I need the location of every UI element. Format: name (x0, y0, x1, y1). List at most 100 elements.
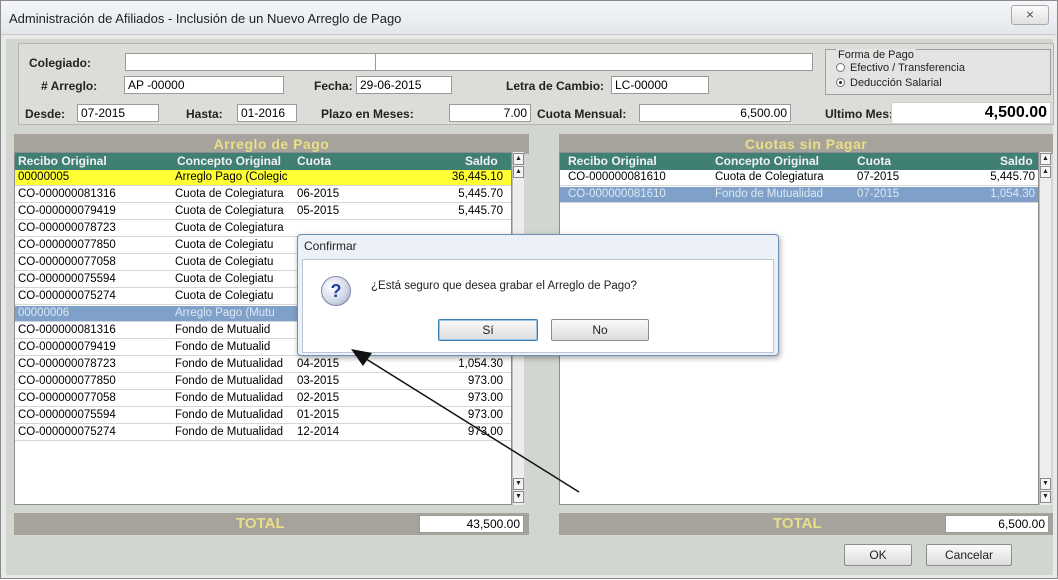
scroll-down-icon[interactable]: ▼ (1040, 491, 1051, 503)
col-saldo[interactable]: Saldo (465, 154, 498, 168)
scroll-up-icon[interactable]: ▲ (513, 166, 524, 178)
table-row[interactable]: CO-000000075274 Fondo de Mutualidad 12-201… (15, 425, 511, 441)
window-title: Administración de Afiliados - Inclusión … (9, 11, 402, 26)
header-panel: Colegiado: # Arreglo: AP -00000 Fecha: 2… (18, 43, 1054, 125)
radio-deduccion[interactable]: Deducción Salarial (836, 77, 942, 89)
cell-cuota: 12-2014 (297, 426, 340, 438)
table-row[interactable]: CO-000000081316 Cuota de Colegiatura 06-20… (15, 187, 511, 203)
cell-saldo: 5,445.70 (458, 205, 503, 217)
scroll-up-icon[interactable]: ▲ (1040, 153, 1051, 165)
letra-label: Letra de Cambio: (506, 79, 605, 93)
yes-button[interactable]: Sí (438, 319, 538, 341)
col-recibo[interactable]: Recibo Original (18, 154, 107, 168)
close-button[interactable]: ⨯ (1011, 5, 1049, 25)
cancel-button[interactable]: Cancelar (926, 544, 1012, 566)
table-row[interactable]: CO-000000079419 Cuota de Colegiatura 05-20… (15, 204, 511, 220)
scroll-down-icon[interactable]: ▼ (513, 478, 524, 490)
right-total-label: TOTAL (773, 515, 822, 532)
cell-cuota: 07-2015 (857, 188, 900, 200)
col-cuota[interactable]: Cuota (857, 154, 891, 168)
col-concepto[interactable]: Concepto Original (715, 154, 819, 168)
fecha-input[interactable]: 29-06-2015 (356, 76, 452, 94)
cell-cuota: 01-2015 (297, 409, 340, 421)
right-total-value: 6,500.00 (945, 515, 1049, 533)
left-total-value: 43,500.00 (419, 515, 524, 533)
radio-dot-icon (836, 63, 845, 72)
cell-concepto: Cuota de Colegiatu (175, 256, 274, 268)
table-row[interactable]: CO-000000077850 Fondo de Mutualidad 03-201… (15, 374, 511, 390)
cell-concepto: Cuota de Colegiatura (715, 171, 824, 183)
table-row[interactable]: CO-000000078723 Fondo de Mutualidad 04-201… (15, 357, 511, 373)
cell-concepto: Fondo de Mutualidad (175, 358, 284, 370)
colegiado-input[interactable] (125, 53, 377, 71)
cell-recibo: CO-000000075274 (18, 290, 116, 302)
cell-recibo: 00000005 (18, 171, 70, 183)
no-button[interactable]: No (551, 319, 649, 341)
cell-cuota: 04-2015 (297, 358, 340, 370)
table-row[interactable]: CO-000000081610 Fondo de Mutualidad 07-201… (560, 187, 1038, 203)
desde-input[interactable]: 07-2015 (77, 104, 159, 122)
plazo-input[interactable]: 7.00 (449, 104, 531, 122)
left-grid-title: Arreglo de Pago (14, 134, 529, 154)
fecha-label: Fecha: (314, 79, 353, 93)
table-row[interactable]: CO-000000075594 Fondo de Mutualidad 01-201… (15, 408, 511, 424)
cell-recibo: CO-000000081610 (568, 188, 666, 200)
cell-concepto: Fondo de Mutualid (175, 341, 271, 353)
ultimo-mes-value: 4,500.00 (891, 102, 1051, 124)
scroll-up-icon[interactable]: ▲ (1040, 166, 1051, 178)
col-cuota[interactable]: Cuota (297, 154, 331, 168)
arreglo-input[interactable]: AP -00000 (124, 76, 284, 94)
cell-cuota: 07-2015 (857, 171, 900, 183)
radio-efectivo[interactable]: Efectivo / Transferencia (836, 62, 965, 74)
col-recibo[interactable]: Recibo Original (568, 154, 657, 168)
confirm-dialog: Confirmar ? ¿Está seguro que desea graba… (297, 234, 779, 356)
hasta-label: Hasta: (186, 107, 223, 121)
cell-recibo: CO-000000077850 (18, 375, 116, 387)
cell-recibo: CO-000000077058 (18, 392, 116, 404)
cell-recibo: CO-000000079419 (18, 205, 116, 217)
cell-recibo: CO-000000078723 (18, 358, 116, 370)
cell-concepto: Cuota de Colegiatura (175, 188, 284, 200)
table-row[interactable]: 00000005 Arreglo Pago (Colegic 36,445.10 (15, 170, 511, 186)
cell-concepto: Arreglo Pago (Mutu (175, 307, 275, 319)
cell-concepto: Fondo de Mutualidad (175, 375, 284, 387)
cell-saldo: 1,054.30 (458, 358, 503, 370)
table-row[interactable]: CO-000000081610 Cuota de Colegiatura 07-20… (560, 170, 1038, 186)
letra-input[interactable]: LC-00000 (611, 76, 709, 94)
scroll-down-icon[interactable]: ▼ (1040, 478, 1051, 490)
cell-recibo: CO-000000075594 (18, 273, 116, 285)
right-total-bar: TOTAL 6,500.00 (559, 513, 1053, 535)
left-total-bar: TOTAL 43,500.00 (14, 513, 529, 535)
right-scrollbar[interactable]: ▲ ▲ ▼ ▼ (1039, 152, 1051, 505)
col-saldo[interactable]: Saldo (1000, 154, 1033, 168)
cell-saldo: 1,054.30 (990, 188, 1035, 200)
colegiado-label: Colegiado: (29, 56, 91, 70)
cell-saldo: 5,445.70 (990, 171, 1035, 183)
ultimo-mes-label: Ultimo Mes: (825, 107, 894, 121)
cell-saldo: 36,445.10 (451, 171, 503, 183)
radio-dot-selected-icon (836, 78, 845, 87)
cell-recibo: CO-000000081610 (568, 171, 666, 183)
colegiado-name-input[interactable] (375, 53, 813, 71)
scroll-up-icon[interactable]: ▲ (513, 153, 524, 165)
cell-recibo: CO-000000079419 (18, 341, 116, 353)
table-row[interactable]: CO-000000077058 Fondo de Mutualidad 02-201… (15, 391, 511, 407)
right-grid-header: Recibo Original Concepto Original Cuota … (560, 153, 1038, 170)
cuota-mensual-input[interactable]: 6,500.00 (639, 104, 791, 122)
plazo-label: Plazo en Meses: (321, 107, 414, 121)
cell-saldo: 973.00 (467, 409, 503, 421)
cell-concepto: Fondo de Mutualidad (715, 188, 824, 200)
cell-saldo: 5,445.70 (458, 188, 503, 200)
scroll-down-icon[interactable]: ▼ (513, 491, 524, 503)
hasta-input[interactable]: 01-2016 (237, 104, 297, 122)
cell-concepto: Cuota de Colegiatura (175, 205, 284, 217)
cell-concepto: Fondo de Mutualidad (175, 409, 284, 421)
ok-button[interactable]: OK (844, 544, 912, 566)
cell-concepto: Fondo de Mutualid (175, 324, 271, 336)
cell-saldo: 973.00 (467, 426, 503, 438)
arreglo-label: # Arreglo: (41, 79, 98, 93)
cell-saldo: 973.00 (467, 375, 503, 387)
col-concepto[interactable]: Concepto Original (177, 154, 281, 168)
cell-cuota: 05-2015 (297, 205, 340, 217)
cell-cuota: 03-2015 (297, 375, 340, 387)
